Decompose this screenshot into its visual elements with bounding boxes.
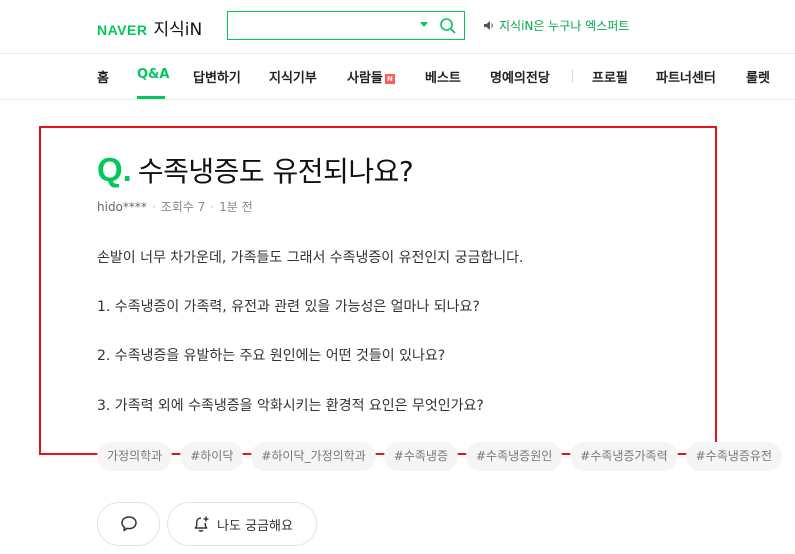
main-nav: 홈 Q&A 답변하기 지식기부 사람들 N 베스트 명예의전당 프로필 파트너센터… [0,54,795,100]
nav-divider [572,69,573,83]
question-body-line: 1. 수족냉증이 가족력, 유전과 관련 있을 가능성은 얼마나 되나요? [97,299,480,315]
tag-item[interactable]: #수족냉증유전 [685,442,782,471]
nav-item-donate[interactable]: 지식기부 [269,67,317,86]
comment-icon [120,516,137,532]
question-title: Q. 수족냉증도 유전되나요? [97,150,414,190]
search-icon[interactable] [439,17,457,35]
tag-list: 가정의학과 #하이닥 #하이닥_가정의학과 #수족냉증 #수족냉증원인 #수족냉… [97,442,790,471]
tag-item[interactable]: #하이닥 [180,442,244,471]
tag-item[interactable]: #수족냉증 [383,442,458,471]
nav-item-roulette[interactable]: 룰렛 [746,67,770,86]
me-too-curious-button[interactable]: 나도 궁금해요 [167,502,317,546]
nav-item-qna[interactable]: Q&A [137,67,169,82]
search-input[interactable] [228,12,413,39]
tag-item[interactable]: #수족냉증가족력 [570,442,678,471]
question-body-line: 2. 수족냉증을 유발하는 주요 원인에는 어떤 것들이 있나요? [97,348,446,364]
top-header: NAVER 지식iN 지식iN은 누구나 엑스퍼트 [0,0,795,54]
bell-plus-icon [194,516,209,532]
question-mark-label: Q. [97,151,132,188]
kin-logo-text: 지식iN [153,20,203,40]
question-meta: hido**** · 조회수 7 · 1분 전 [97,198,253,215]
nav-item-home[interactable]: 홈 [97,67,109,86]
tag-item[interactable]: #수족냉증원인 [466,442,563,471]
new-badge: N [384,74,395,84]
question-body-line: 손발이 너무 차가운데, 가족들도 그래서 수족냉증이 유전인지 궁금합니다. [97,250,524,266]
nav-item-people[interactable]: 사람들 N [347,67,395,86]
naver-logo-text: NAVER [97,22,148,38]
nav-item-partner-center[interactable]: 파트너센터 [656,67,716,86]
expert-promo-link[interactable]: 지식iN은 누구나 엑스퍼트 [483,17,629,34]
nav-item-profile[interactable]: 프로필 [592,67,628,86]
question-title-text: 수족냉증도 유전되나요? [137,155,414,188]
nav-item-best[interactable]: 베스트 [425,67,461,86]
search-box [227,11,465,40]
post-time: 1분 전 [219,200,253,214]
tag-item[interactable]: 가정의학과 [97,442,173,471]
author-name[interactable]: hido**** [97,200,147,214]
nav-active-indicator [137,96,165,99]
speaker-icon [484,21,493,30]
meta-separator: · [210,199,215,214]
question-body-line: 3. 가족력 외에 수족냉증을 악화시키는 환경적 요인은 무엇인가요? [97,398,484,414]
meta-separator: · [151,199,156,214]
chevron-down-icon[interactable] [420,22,428,27]
naver-kin-logo[interactable]: NAVER 지식iN [97,15,202,40]
comment-button[interactable] [97,502,160,546]
nav-item-answer[interactable]: 답변하기 [193,67,241,86]
me-too-curious-label: 나도 궁금해요 [217,518,293,534]
nav-item-people-label: 사람들 [347,71,383,86]
tag-item[interactable]: #하이닥_가정의학과 [251,442,376,471]
promo-text: 지식iN은 누구나 엑스퍼트 [499,19,630,33]
nav-item-hall-of-fame[interactable]: 명예의전당 [490,67,550,86]
view-count: 조회수 7 [160,200,206,214]
